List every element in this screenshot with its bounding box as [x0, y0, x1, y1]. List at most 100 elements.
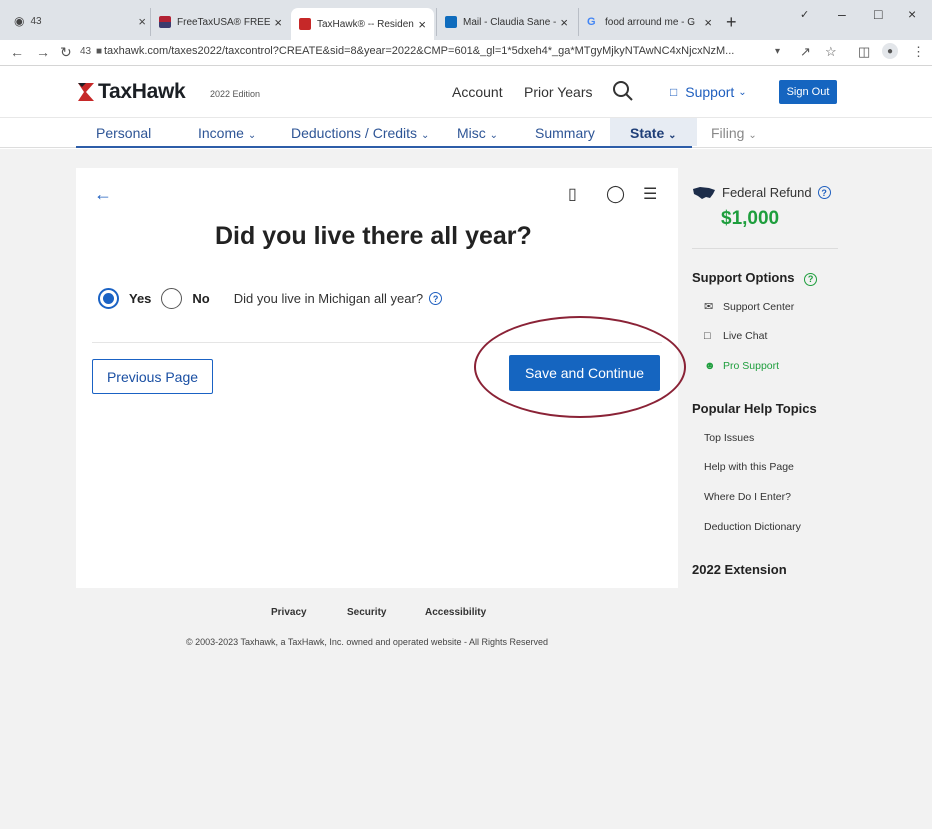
help-topic-link[interactable]: Deduction Dictionary — [704, 521, 801, 533]
mail-icon: ✉ — [704, 301, 714, 313]
privacy-link[interactable]: Privacy — [271, 607, 307, 618]
bookmark-icon[interactable]: ▯ — [568, 184, 577, 204]
profile-icon[interactable]: ● — [882, 43, 898, 59]
chevron-down-icon: ⌄ — [738, 86, 747, 98]
chevron-down-icon: ⌄ — [668, 130, 677, 141]
address-count: 43 — [80, 46, 92, 57]
close-icon[interactable]: × — [418, 17, 426, 32]
chevron-down-icon: ⌄ — [420, 130, 430, 141]
maximize-icon[interactable]: □ — [874, 6, 882, 22]
pro-support-label: Pro Support — [723, 360, 780, 372]
side-panel-icon[interactable]: ◫ — [858, 44, 870, 60]
support-center-label: Support Center — [723, 300, 795, 313]
tab-search-icon[interactable]: ✓ — [800, 8, 809, 21]
forward-icon[interactable]: → — [36, 44, 50, 60]
help-icon[interactable]: ? — [817, 186, 831, 199]
nav-deductions[interactable]: Deductions / Credits ⌄ — [291, 125, 429, 141]
list-menu-icon[interactable]: ☰ — [643, 184, 657, 204]
prior-years-link[interactable]: Prior Years — [524, 84, 592, 100]
back-arrow-icon[interactable]: ← — [94, 184, 112, 205]
extension-tab[interactable]: ◉ 43 × — [0, 8, 150, 34]
dropdown-icon[interactable]: ▾ — [775, 46, 780, 57]
yes-radio[interactable] — [98, 288, 119, 309]
hawk-logo-icon — [78, 83, 94, 101]
search-icon[interactable] — [612, 80, 634, 102]
refund-label-text: Federal Refund — [722, 185, 812, 200]
close-icon[interactable]: × — [704, 15, 712, 30]
nav-summary[interactable]: Summary — [535, 125, 595, 141]
browser-tab-strip: ◉ 43 × FreeTaxUSA® FREE Ta × TaxHawk® --… — [0, 0, 932, 40]
page-title: Did you live there all year? — [215, 222, 532, 250]
chat-bubble-icon: □ — [670, 85, 678, 99]
tab-title: TaxHawk® -- Residen — [317, 18, 414, 30]
url-field[interactable]: taxhawk.com/taxes2022/taxcontrol?CREATE&… — [104, 45, 774, 57]
window-close-icon[interactable]: × — [908, 6, 916, 22]
help-topic-link[interactable]: Help with this Page — [704, 461, 794, 473]
federal-refund-label: Federal Refund ? — [692, 185, 831, 200]
support-center-link[interactable]: ✉ Support Center — [704, 300, 795, 314]
help-topic-link[interactable]: Top Issues — [704, 432, 754, 444]
no-label[interactable]: No — [192, 291, 209, 306]
nav-state[interactable]: State ⌄ — [610, 118, 697, 146]
rail-divider — [692, 248, 838, 249]
tab-google[interactable]: G food arround me - G × — [578, 8, 720, 36]
reload-icon[interactable]: ↻ — [60, 44, 72, 61]
tab-freetaxusa[interactable]: FreeTaxUSA® FREE Ta × — [150, 8, 290, 36]
residency-radio-group: Yes No Did you live in Michigan all year… — [98, 288, 443, 309]
new-tab-icon[interactable]: + — [726, 12, 737, 33]
nav-income-label: Income — [198, 125, 244, 141]
globe-icon: ◉ — [14, 14, 25, 28]
minimize-icon[interactable]: – — [838, 6, 846, 22]
nav-personal[interactable]: Personal — [96, 125, 151, 141]
security-link[interactable]: Security — [347, 607, 386, 618]
tab-taxhawk[interactable]: TaxHawk® -- Residen × — [291, 8, 434, 40]
nav-income[interactable]: Income ⌄ — [198, 125, 256, 141]
screen: ◉ 43 × FreeTaxUSA® FREE Ta × TaxHawk® --… — [0, 0, 932, 829]
logo-text: TaxHawk — [98, 80, 186, 103]
flag-icon — [159, 16, 171, 28]
taxhawk-logo[interactable]: TaxHawk — [76, 80, 186, 104]
site-header: TaxHawk 2022 Edition Account Prior Years… — [0, 66, 932, 118]
support-options-heading: Support Options ? — [692, 270, 818, 286]
support-menu[interactable]: □ Support ⌄ — [670, 84, 747, 100]
us-map-icon — [693, 186, 715, 199]
menu-kebab-icon[interactable]: ⋮ — [912, 44, 925, 60]
help-topic-link[interactable]: Where Do I Enter? — [704, 491, 791, 503]
nav-misc-label: Misc — [457, 125, 486, 141]
sign-out-button[interactable]: Sign Out — [779, 80, 837, 104]
radio-selected-dot — [103, 293, 114, 304]
account-link[interactable]: Account — [452, 84, 503, 100]
google-icon: G — [587, 16, 596, 28]
close-icon[interactable]: × — [560, 15, 568, 30]
no-radio[interactable] — [161, 288, 183, 309]
pro-support-link[interactable]: ☻ Pro Support — [704, 360, 779, 372]
progress-circle-icon[interactable]: ◯ — [606, 184, 625, 204]
yes-label[interactable]: Yes — [129, 291, 151, 306]
refund-amount: $1,000 — [721, 208, 780, 229]
annotation-ellipse — [474, 316, 686, 418]
nav-deductions-label: Deductions / Credits — [291, 125, 418, 141]
nav-filing[interactable]: Filing ⌄ — [711, 125, 757, 141]
tab-mail[interactable]: Mail - Claudia Sane - × — [436, 8, 576, 36]
nav-filing-label: Filing — [711, 125, 745, 141]
nav-misc[interactable]: Misc ⌄ — [457, 125, 498, 141]
taxhawk-favicon-icon — [299, 18, 311, 30]
address-bar-row: ← → ↻ 43 ■ taxhawk.com/taxes2022/taxcont… — [0, 40, 932, 66]
previous-page-button[interactable]: Previous Page — [92, 359, 213, 394]
bookmark-star-icon[interactable]: ☆ — [825, 44, 837, 60]
close-icon[interactable]: × — [274, 15, 282, 30]
accessibility-link[interactable]: Accessibility — [425, 607, 486, 618]
close-icon[interactable]: × — [138, 14, 146, 29]
share-icon[interactable]: ↗ — [800, 44, 811, 60]
help-icon[interactable]: ? — [429, 292, 443, 305]
support-options-label: Support Options — [692, 270, 795, 285]
tab-title: food arround me - G — [605, 16, 696, 28]
extension-heading[interactable]: 2022 Extension — [692, 562, 787, 577]
live-chat-link[interactable]: □ Live Chat — [704, 330, 767, 342]
back-icon[interactable]: ← — [10, 44, 24, 60]
help-icon[interactable]: ? — [804, 272, 818, 286]
section-nav: Personal Income ⌄ Deductions / Credits ⌄… — [0, 118, 932, 148]
person-icon: ☻ — [704, 360, 716, 372]
lock-icon[interactable]: ■ — [96, 46, 102, 57]
nav-state-label: State — [630, 125, 665, 141]
